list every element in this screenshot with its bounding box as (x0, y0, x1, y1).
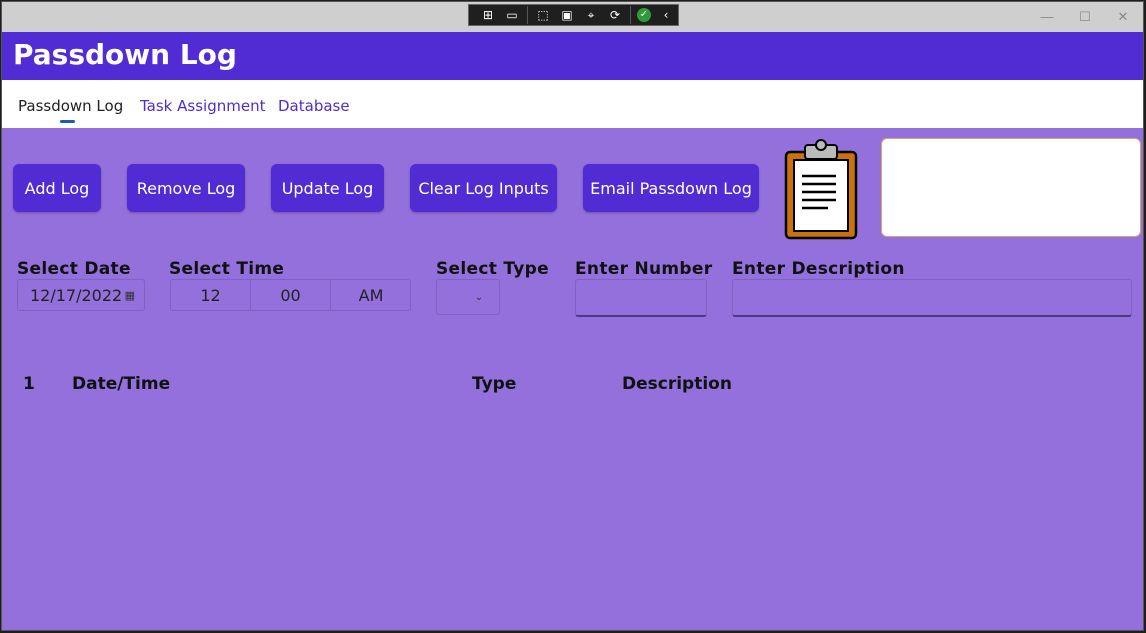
column-header-description: Description (622, 374, 732, 394)
select-date-label: Select Date (17, 259, 131, 279)
time-picker[interactable]: 12 00 AM (170, 279, 411, 311)
page-title: Passdown Log (13, 38, 237, 71)
type-picker[interactable]: ⌄ (436, 279, 500, 315)
toolbar-divider (630, 6, 631, 24)
calendar-icon: ▦ (124, 288, 135, 302)
hot-reload-icon[interactable]: ⟳ (606, 7, 624, 23)
clipboard-icon (784, 139, 858, 240)
chevron-down-icon: ⌄ (474, 291, 484, 303)
collapse-chevron-icon[interactable]: ‹ (657, 7, 675, 23)
minimize-button[interactable]: — (1032, 7, 1062, 27)
clear-log-inputs-button[interactable]: Clear Log Inputs (410, 164, 557, 212)
date-picker[interactable]: 12/17/2022 ▦ (17, 279, 145, 311)
time-minute[interactable]: 00 (251, 280, 331, 310)
select-element-icon[interactable]: ⬚ (534, 7, 552, 23)
enter-number-label: Enter Number (575, 259, 713, 279)
toolbar-divider (527, 6, 528, 24)
status-message-box (881, 138, 1141, 237)
display-layout-adorners-icon[interactable]: ▣ (558, 7, 576, 23)
column-header-index: 1 (23, 374, 35, 394)
live-visual-tree-icon[interactable]: ⊞ (479, 7, 497, 23)
column-header-datetime: Date/Time (72, 374, 171, 394)
time-hour[interactable]: 12 (171, 280, 251, 310)
tab-passdown-log[interactable]: Passdown Log (18, 97, 123, 115)
select-time-label: Select Time (169, 259, 285, 279)
app-header: Passdown Log (2, 32, 1143, 80)
enter-description-label: Enter Description (732, 259, 905, 279)
track-focus-icon[interactable]: ⌖ (582, 7, 600, 23)
record-icon[interactable]: ▭ (503, 7, 521, 23)
number-entry[interactable] (575, 279, 707, 317)
tab-task-assignment[interactable]: Task Assignment (140, 97, 265, 115)
tab-bar: Passdown Log Task Assignment Database (2, 80, 1143, 128)
select-type-label: Select Type (436, 259, 549, 279)
add-log-button[interactable]: Add Log (13, 164, 101, 212)
title-bar: ⊞ ▭ ⬚ ▣ ⌖ ⟳ ✓ ‹ — ☐ ✕ (2, 2, 1143, 32)
active-tab-indicator (60, 120, 75, 123)
maximize-button[interactable]: ☐ (1070, 7, 1100, 27)
description-entry[interactable] (732, 279, 1132, 317)
remove-log-button[interactable]: Remove Log (127, 164, 245, 212)
binding-check-icon[interactable]: ✓ (637, 8, 651, 22)
time-period[interactable]: AM (331, 280, 411, 310)
date-value: 12/17/2022 (30, 285, 123, 305)
passdown-log-page: Add Log Remove Log Update Log Clear Log … (2, 128, 1143, 630)
tab-database[interactable]: Database (278, 97, 350, 115)
app-window: ⊞ ▭ ⬚ ▣ ⌖ ⟳ ✓ ‹ — ☐ ✕ Passdown Log Passd… (1, 1, 1144, 631)
email-passdown-log-button[interactable]: Email Passdown Log (583, 164, 759, 212)
debug-toolbar: ⊞ ▭ ⬚ ▣ ⌖ ⟳ ✓ ‹ (468, 4, 679, 26)
close-button[interactable]: ✕ (1108, 7, 1138, 27)
column-header-type: Type (472, 374, 517, 394)
update-log-button[interactable]: Update Log (271, 164, 384, 212)
